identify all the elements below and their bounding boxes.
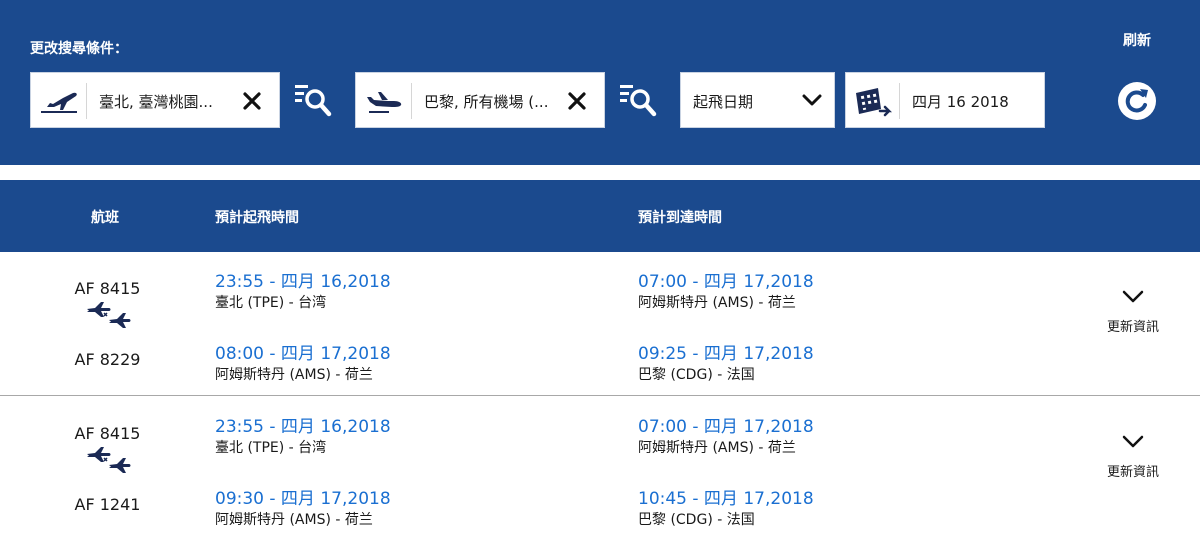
departure-time: 23:55 - 四月 16,2018: [215, 417, 391, 437]
date-type-value: 起飛日期: [693, 93, 754, 111]
col-arrival-header: 預計到達時間: [638, 210, 722, 226]
date-field[interactable]: 四月 16 2018: [845, 72, 1045, 128]
departure-place: 臺北 (TPE) - 台湾: [215, 440, 327, 456]
search-title: 更改搜尋條件：: [30, 41, 128, 57]
close-icon[interactable]: [241, 90, 263, 112]
results-table-header: 航班 預計起飛時間 預計到達時間: [0, 180, 1200, 252]
close-icon[interactable]: [566, 90, 588, 112]
date-divider: [899, 83, 900, 119]
departure-time: 23:55 - 四月 16,2018: [215, 272, 391, 292]
takeoff-icon: [41, 92, 77, 113]
arrival-time: 09:25 - 四月 17,2018: [638, 344, 814, 364]
origin-value[interactable]: 臺北, 臺灣桃園...: [99, 91, 213, 112]
departure-time: 09:30 - 四月 17,2018: [215, 489, 391, 509]
destination-divider: [411, 83, 412, 119]
date-type-select[interactable]: 起飛日期: [680, 72, 835, 128]
col-flight-header: 航班: [91, 210, 119, 226]
chevron-down-icon: [1122, 435, 1144, 448]
refresh-icon[interactable]: [1117, 81, 1157, 121]
departure-time: 08:00 - 四月 17,2018: [215, 344, 391, 364]
update-info-label: 更新資訊: [1106, 465, 1159, 480]
col-departure-header: 預計起飛時間: [215, 210, 299, 226]
search-list-icon[interactable]: [619, 82, 657, 118]
flight-number: AF 1241: [74, 495, 141, 514]
date-value: 四月 16 2018: [912, 93, 1009, 111]
arrival-time: 07:00 - 四月 17,2018: [638, 272, 814, 292]
flight-number: AF 8415: [74, 279, 141, 298]
arrival-place: 阿姆斯特丹 (AMS) - 荷兰: [638, 295, 796, 311]
destination-field[interactable]: 巴黎, 所有機場 (...: [355, 72, 605, 128]
update-info-button[interactable]: 更新資訊: [1098, 435, 1168, 485]
arrival-place: 巴黎 (CDG) - 法国: [638, 367, 755, 383]
search-panel: 更改搜尋條件： 刷新 臺北, 臺灣桃園... 巴黎, 所有機場 (... 起飛日…: [0, 0, 1200, 165]
update-info-button[interactable]: 更新資訊: [1098, 290, 1168, 340]
flight-number: AF 8229: [74, 350, 141, 369]
table-row[interactable]: AF 8415 AF 8229 23:55 - 四月 16,2018 臺北 (T…: [0, 252, 1200, 396]
search-list-icon[interactable]: [294, 82, 332, 118]
arrival-time: 07:00 - 四月 17,2018: [638, 417, 814, 437]
update-info-label: 更新資訊: [1106, 320, 1159, 335]
origin-divider: [86, 83, 87, 119]
refresh-label: 刷新: [1123, 33, 1151, 49]
chevron-down-icon: [802, 94, 822, 106]
flight-number: AF 8415: [74, 424, 141, 443]
connecting-flights-icon: [87, 302, 131, 328]
destination-value[interactable]: 巴黎, 所有機場 (...: [424, 91, 548, 112]
arrival-time: 10:45 - 四月 17,2018: [638, 489, 814, 509]
connecting-flights-icon: [87, 447, 131, 473]
landing-icon: [367, 92, 402, 113]
origin-field[interactable]: 臺北, 臺灣桃園...: [30, 72, 280, 128]
chevron-down-icon: [1122, 290, 1144, 303]
departure-place: 阿姆斯特丹 (AMS) - 荷兰: [215, 367, 373, 383]
arrival-place: 巴黎 (CDG) - 法国: [638, 512, 755, 528]
table-row[interactable]: AF 8415 AF 1241 23:55 - 四月 16,2018 臺北 (T…: [0, 397, 1200, 538]
arrival-place: 阿姆斯特丹 (AMS) - 荷兰: [638, 440, 796, 456]
departure-place: 臺北 (TPE) - 台湾: [215, 295, 327, 311]
calendar-icon: [856, 88, 892, 117]
departure-place: 阿姆斯特丹 (AMS) - 荷兰: [215, 512, 373, 528]
